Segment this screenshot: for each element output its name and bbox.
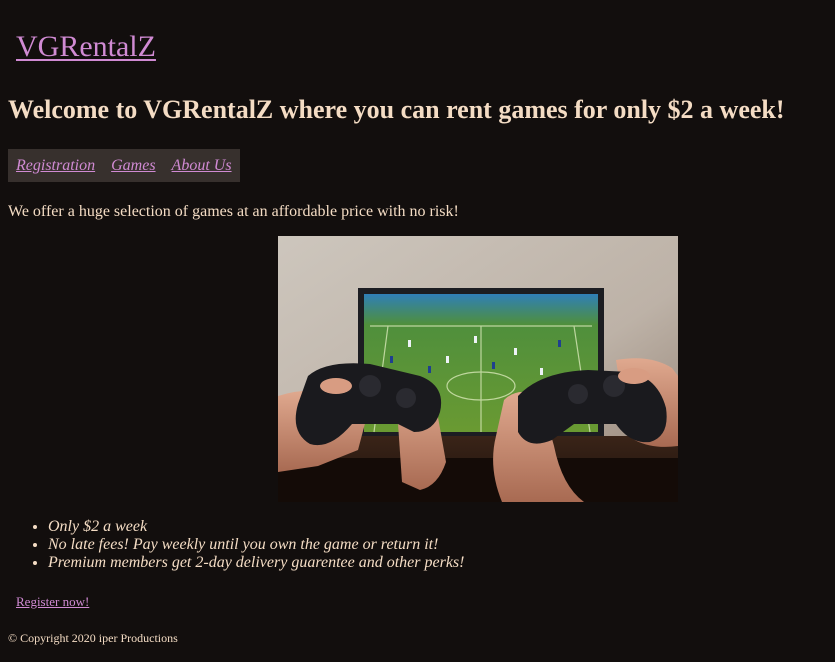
footer-copyright: © Copyright 2020 iper Productions (8, 631, 178, 645)
nav-link-about-us[interactable]: About Us (172, 157, 232, 175)
main-nav: Registration Games About Us (8, 149, 240, 182)
list-item: Only $2 a week (48, 518, 464, 536)
perks-list: Only $2 a week No late fees! Pay weekly … (8, 518, 464, 572)
nav-link-registration[interactable]: Registration (16, 157, 95, 175)
list-item: Premium members get 2-day delivery guare… (48, 554, 464, 572)
hero-image-gaming-controllers (278, 236, 678, 502)
site-logo-link[interactable]: VGRentalZ (16, 28, 156, 66)
nav-link-games[interactable]: Games (111, 157, 155, 175)
page-headline: Welcome to VGRentalZ where you can rent … (8, 95, 785, 124)
list-item: No late fees! Pay weekly until you own t… (48, 536, 464, 554)
intro-text: We offer a huge selection of games at an… (8, 203, 459, 220)
register-now-link[interactable]: Register now! (16, 594, 89, 610)
